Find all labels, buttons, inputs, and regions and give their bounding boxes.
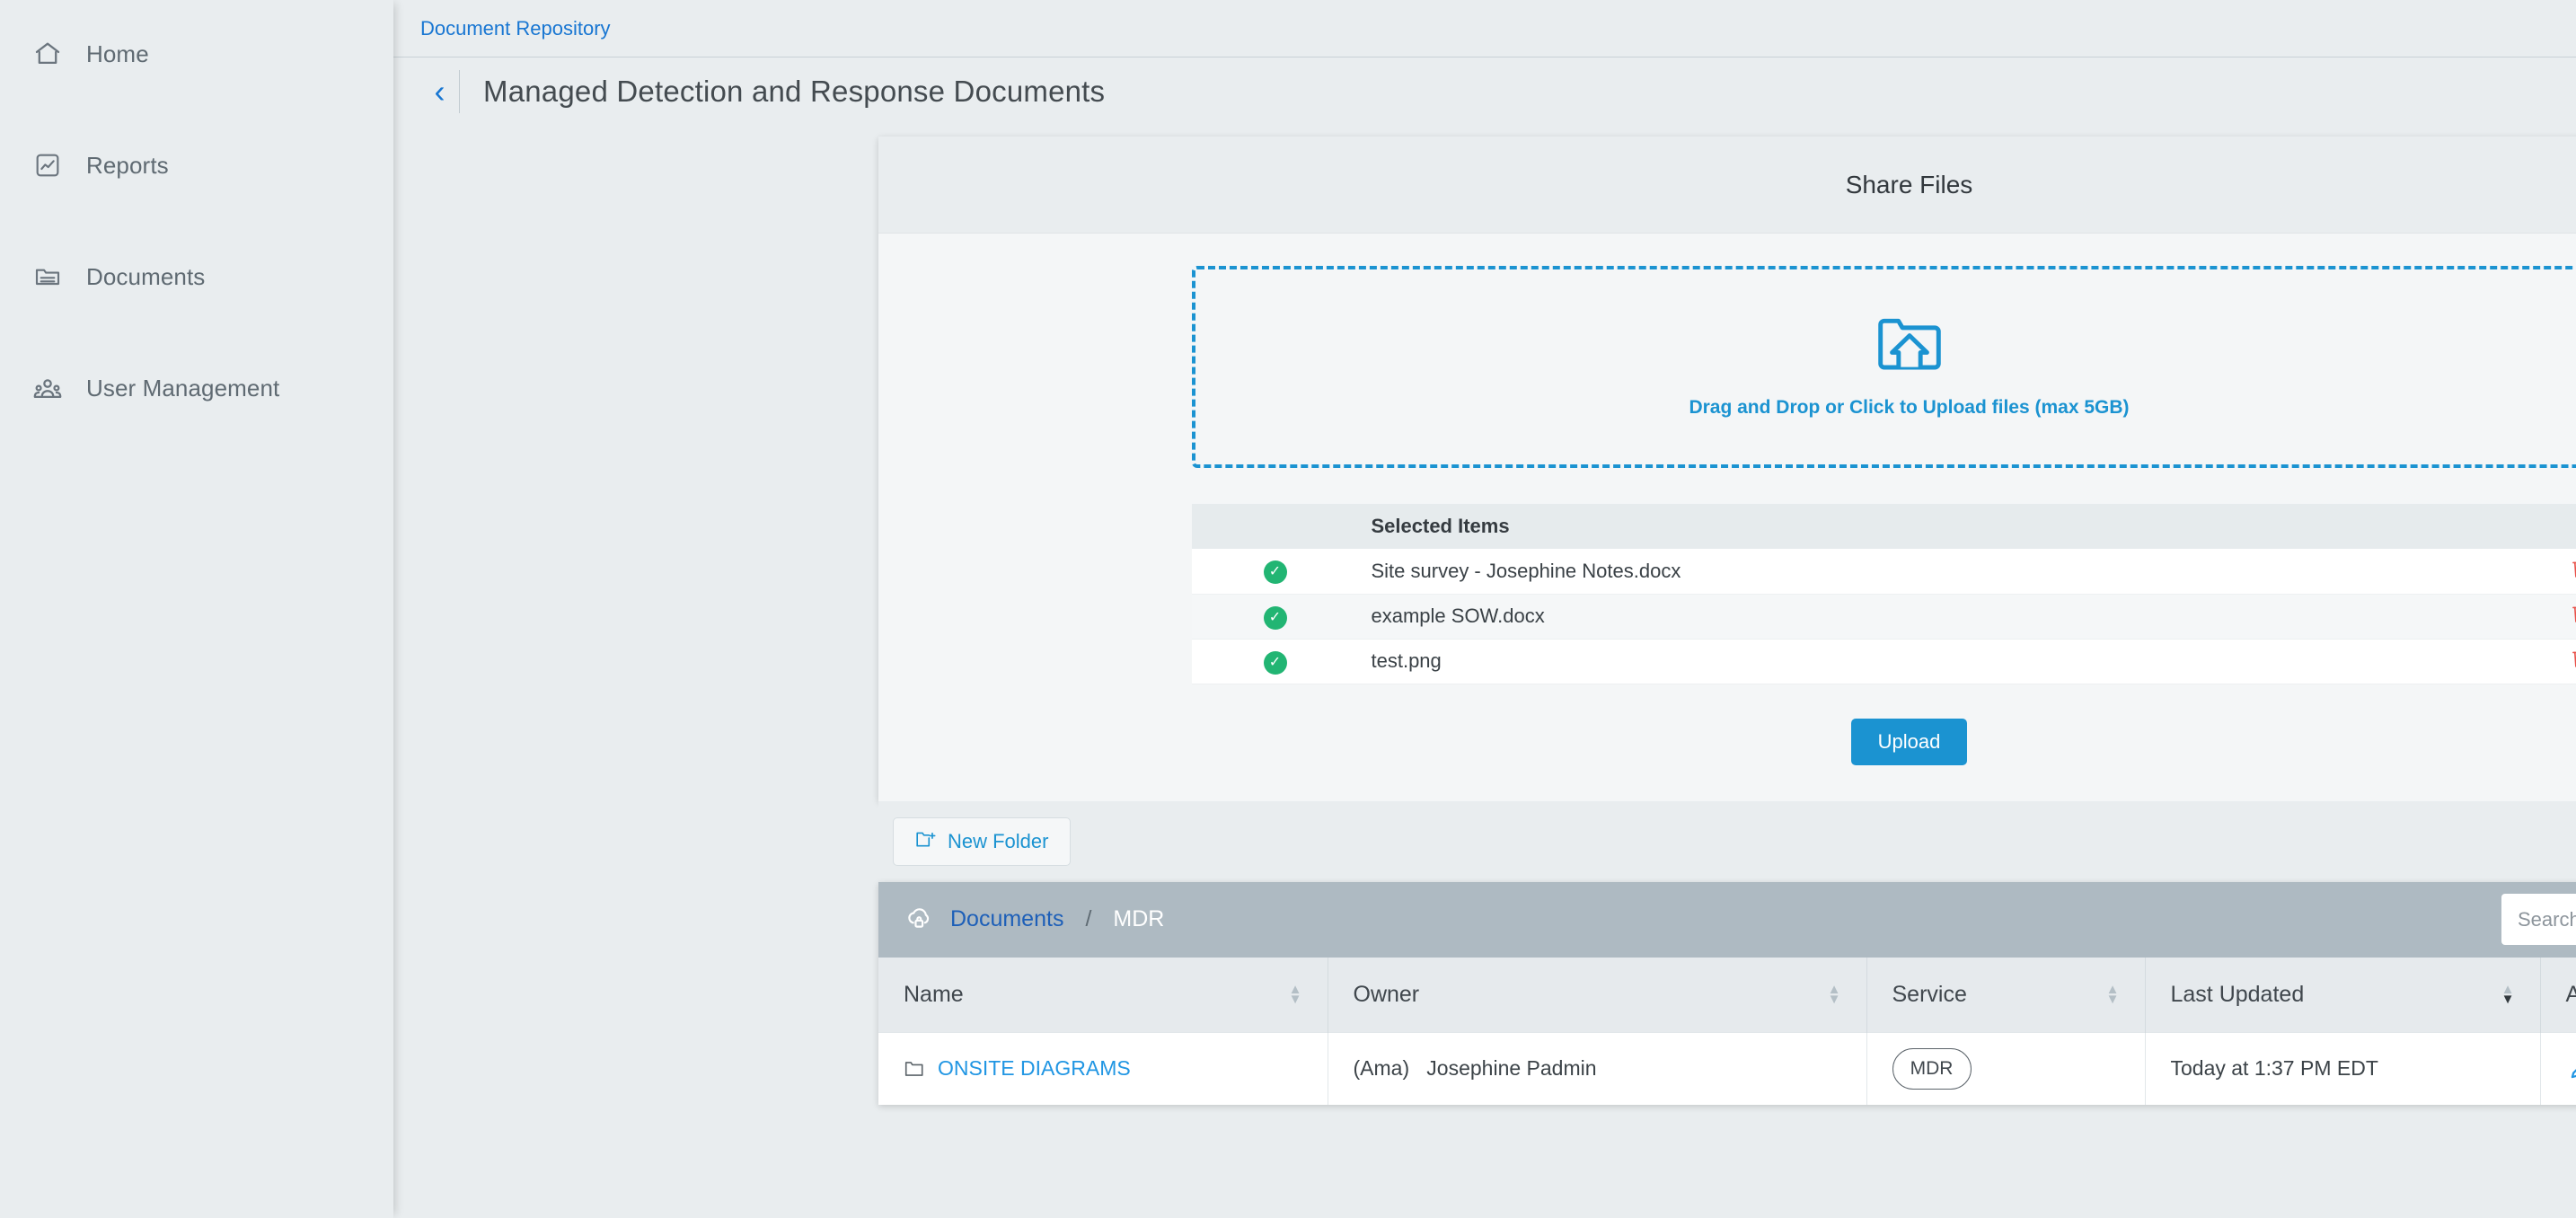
- chart-box-icon: [32, 150, 63, 181]
- selected-items-header-row: Selected Items: [1191, 504, 2576, 549]
- trash-icon[interactable]: [2571, 648, 2576, 669]
- selected-check-cell: ✓: [1191, 639, 1359, 684]
- breadcrumb-document-repository[interactable]: Document Repository: [420, 17, 611, 40]
- sidebar-item-reports[interactable]: Reports: [0, 138, 393, 192]
- column-header-actions: Actions: [2540, 957, 2576, 1033]
- breadcrumb-separator: /: [1085, 906, 1092, 931]
- column-label: Owner: [1353, 981, 1420, 1007]
- table-row: ONSITE DIAGRAMS (Ama) Josephine Padmin M…: [878, 1032, 2576, 1105]
- table-row: ✓ test.png: [1191, 639, 2576, 684]
- table-row: ✓ example SOW.docx: [1191, 594, 2576, 640]
- breadcrumb-current-mdr: MDR: [1113, 906, 1165, 931]
- cell-owner: (Ama) Josephine Padmin: [1328, 1032, 1867, 1105]
- selected-file-name: example SOW.docx: [1358, 594, 2534, 640]
- breadcrumb-documents[interactable]: Documents: [950, 906, 1063, 932]
- sidebar-item-label: User Management: [86, 374, 280, 402]
- sort-toggle-icon[interactable]: ▲ ▼: [1828, 983, 1841, 1006]
- selected-check-cell: ✓: [1191, 549, 1359, 595]
- cell-actions: [2540, 1032, 2576, 1105]
- trash-icon[interactable]: [2571, 603, 2576, 624]
- new-folder-strip: New Folder: [878, 800, 2576, 882]
- back-button[interactable]: ‹: [420, 70, 460, 113]
- dropzone-label: Drag and Drop or Click to Upload files (…: [1689, 397, 2130, 418]
- page-title: Managed Detection and Response Documents: [483, 75, 1106, 108]
- selected-col-actions: [2533, 504, 2576, 549]
- app-root: Home Reports Documents User Management D…: [0, 0, 2576, 1218]
- folder-icon: [904, 1059, 925, 1079]
- column-header-owner[interactable]: Owner ▲ ▼: [1328, 957, 1867, 1033]
- sort-toggle-icon[interactable]: ▲ ▼: [1289, 983, 1302, 1006]
- column-header-service[interactable]: Service ▲ ▼: [1866, 957, 2146, 1033]
- trash-icon[interactable]: [2571, 558, 2576, 579]
- share-files-header: Share Files: [878, 137, 2576, 234]
- folder-upload-icon: [1875, 315, 1944, 375]
- edit-icon[interactable]: [2566, 1055, 2576, 1083]
- folder-name-link[interactable]: ONSITE DIAGRAMS: [938, 1056, 1131, 1081]
- selected-delete-cell: [2533, 594, 2576, 640]
- sidebar-item-label: Home: [86, 40, 149, 67]
- check-circle-icon: ✓: [1263, 605, 1287, 630]
- documents-panel: Documents / MDR Search... Name ▲ ▼ Owner…: [878, 881, 2576, 1105]
- selected-delete-cell: [2533, 639, 2576, 684]
- selected-items-wrap: Selected Items ✓ Site survey - Josephine: [1191, 504, 2576, 684]
- cell-name: ONSITE DIAGRAMS: [878, 1032, 1328, 1105]
- column-label: Service: [1892, 981, 1967, 1007]
- sidebar-item-home[interactable]: Home: [0, 27, 393, 81]
- sidebar-item-user-management[interactable]: User Management: [0, 361, 393, 415]
- column-header-last-updated[interactable]: Last Updated ▲ ▼: [2145, 957, 2541, 1033]
- owner-prefix: (Ama): [1353, 1056, 1410, 1081]
- users-icon: [32, 373, 63, 403]
- sidebar-item-label: Documents: [86, 262, 206, 290]
- column-label: Last Updated: [2170, 981, 2305, 1007]
- documents-table: Name ▲ ▼ Owner ▲ ▼ Service ▲ ▼ Last Upda…: [878, 957, 2576, 1105]
- share-files-title: Share Files: [1845, 170, 1973, 199]
- sidebar-item-label: Reports: [86, 151, 169, 179]
- service-badge: MDR: [1892, 1047, 1972, 1090]
- check-circle-icon: ✓: [1263, 560, 1287, 585]
- column-label: Name: [904, 981, 964, 1007]
- share-files-panel: Share Files Drag and Drop or Click to Up…: [878, 137, 2576, 801]
- sort-toggle-icon[interactable]: ▲ ▼: [2106, 983, 2120, 1006]
- selected-col-check: [1191, 504, 1359, 549]
- selected-delete-cell: [2533, 549, 2576, 595]
- selected-file-name: Site survey - Josephine Notes.docx: [1358, 549, 2534, 595]
- column-label: Actions: [2565, 981, 2576, 1007]
- documents-toolbar: Documents / MDR: [878, 881, 2576, 958]
- selected-check-cell: ✓: [1191, 594, 1359, 640]
- table-row: ✓ Site survey - Josephine Notes.docx: [1191, 549, 2576, 595]
- sidebar: Home Reports Documents User Management: [0, 0, 393, 1218]
- page-header: ‹ Managed Detection and Response Documen…: [393, 57, 2576, 126]
- sidebar-item-documents[interactable]: Documents: [0, 250, 393, 304]
- selected-col-name: Selected Items: [1358, 504, 2534, 549]
- new-folder-label: New Folder: [948, 829, 1049, 852]
- new-folder-button[interactable]: New Folder: [893, 816, 1072, 866]
- selected-items-table: Selected Items ✓ Site survey - Josephine: [1191, 504, 2576, 684]
- column-header-name[interactable]: Name ▲ ▼: [878, 957, 1328, 1033]
- main-area: Document Repository ‹ Managed Detection …: [393, 0, 2576, 1218]
- check-circle-icon: ✓: [1263, 650, 1287, 675]
- page-content: Share Files Drag and Drop or Click to Up…: [393, 126, 2576, 1218]
- cell-last-updated: Today at 1:37 PM EDT: [2145, 1032, 2541, 1105]
- selected-file-name: test.png: [1358, 639, 2534, 684]
- cell-service: MDR: [1866, 1032, 2146, 1105]
- upload-button-row: Upload: [878, 684, 2576, 801]
- upload-button[interactable]: Upload: [1850, 718, 1968, 765]
- documents-header-row: Name ▲ ▼ Owner ▲ ▼ Service ▲ ▼ Last Upda…: [878, 957, 2576, 1033]
- search-input[interactable]: [2518, 907, 2576, 931]
- folder-lines-icon: [32, 261, 63, 292]
- upload-dropzone[interactable]: Drag and Drop or Click to Upload files (…: [1191, 266, 2576, 468]
- folder-plus-icon: [915, 829, 937, 854]
- share-files-body: Drag and Drop or Click to Upload files (…: [878, 234, 2576, 801]
- cloud-lock-icon: [904, 906, 934, 933]
- toolbar-right: [2501, 894, 2576, 945]
- top-breadcrumb-bar: Document Repository: [393, 0, 2576, 57]
- owner-name: Josephine Padmin: [1426, 1056, 1597, 1081]
- search-box[interactable]: [2501, 894, 2576, 945]
- sort-toggle-icon[interactable]: ▲ ▼: [2501, 983, 2515, 1006]
- home-icon: [32, 39, 63, 69]
